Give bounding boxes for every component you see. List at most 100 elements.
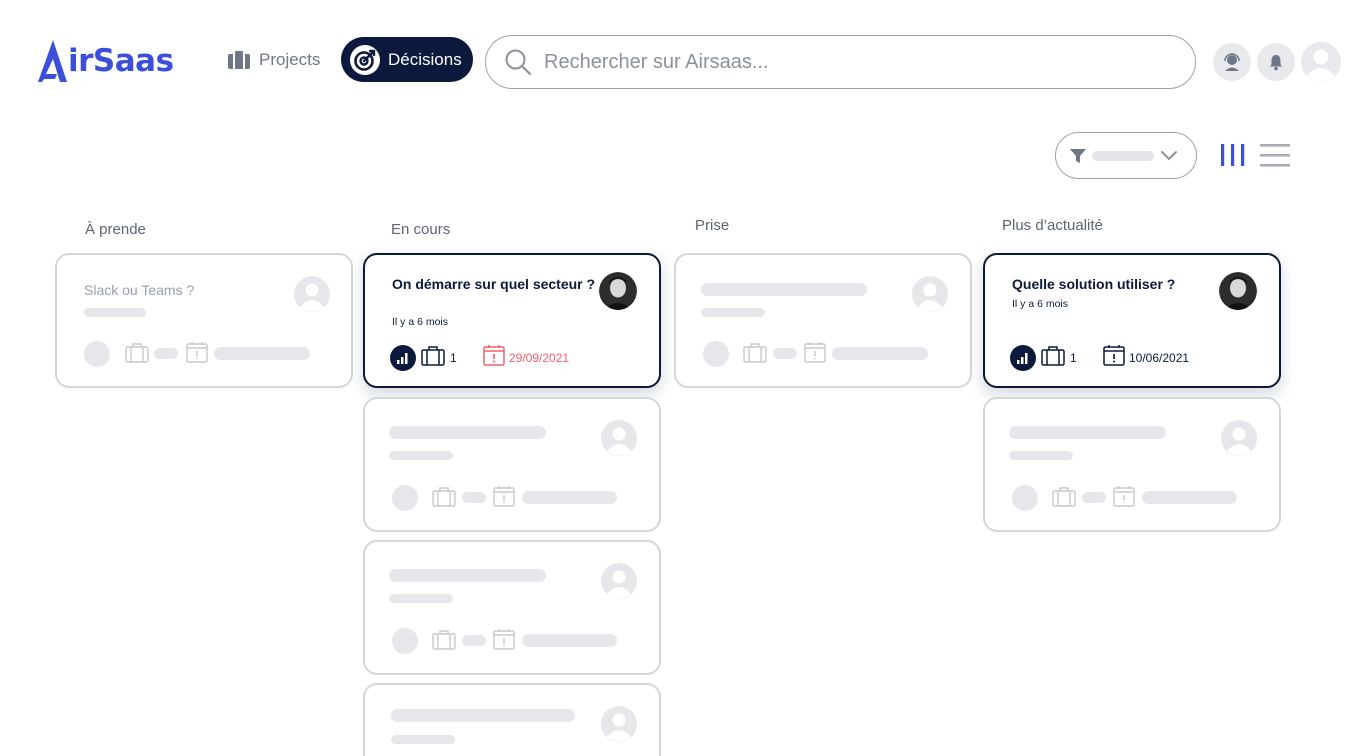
- notifications-button[interactable]: [1257, 43, 1295, 81]
- skeleton-line: [391, 709, 575, 722]
- skeleton-line: [84, 308, 146, 317]
- briefcase-outline-icon: [432, 487, 456, 507]
- signal-bars-icon: [397, 353, 408, 364]
- skeleton-line: [1142, 491, 1237, 504]
- decision-card-skeleton[interactable]: [363, 397, 661, 532]
- skeleton-line: [389, 569, 546, 582]
- avatar-placeholder-icon: [294, 276, 330, 312]
- decision-card-active[interactable]: On démarre sur quel secteur ? Il y a 6 m…: [363, 253, 661, 388]
- support-agent-icon: [1224, 53, 1240, 71]
- logo-a-icon: [38, 40, 67, 82]
- nav-decisions-label: Décisions: [388, 49, 462, 69]
- skeleton-pill: [462, 492, 486, 503]
- card-title: On démarre sur quel secteur ?: [392, 276, 596, 292]
- column-title-en-cours: En cours: [391, 221, 451, 238]
- calendar-alert-icon: [483, 345, 505, 366]
- search-input[interactable]: [544, 50, 1144, 74]
- bell-icon: [1270, 55, 1282, 71]
- avatar-placeholder-icon: [601, 420, 637, 456]
- logo-text: irSaas: [68, 43, 174, 79]
- owner-photo-icon: [1219, 272, 1257, 310]
- owner-photo-icon: [599, 272, 637, 310]
- target-icon: [350, 44, 380, 75]
- nav-projects-label: Projects: [259, 50, 321, 69]
- skeleton-line: [522, 491, 617, 504]
- filter-dropdown[interactable]: [1055, 132, 1197, 179]
- priority-badge: [390, 345, 416, 371]
- due-date: 29/09/2021: [509, 351, 570, 365]
- column-title-a-prendre: À prende: [85, 221, 146, 238]
- search-bar[interactable]: [485, 35, 1196, 89]
- skeleton-line: [522, 634, 617, 647]
- calendar-alert-icon: [1103, 345, 1125, 366]
- skeleton-pill: [154, 348, 178, 359]
- skeleton-priority: [703, 341, 729, 367]
- decision-card-skeleton[interactable]: [363, 540, 661, 675]
- filter-value-placeholder: [1092, 150, 1154, 161]
- briefcase-icon: [228, 51, 250, 69]
- skeleton-line: [701, 283, 867, 296]
- projects-count: 1: [450, 351, 457, 365]
- briefcase-outline-icon: [1052, 487, 1076, 507]
- calendar-alert-icon: [493, 629, 515, 650]
- calendar-alert-icon: [186, 342, 208, 363]
- decision-card[interactable]: Slack ou Teams ?: [55, 253, 353, 388]
- projects-count: 1: [1070, 351, 1077, 365]
- avatar-placeholder-icon: [601, 706, 637, 742]
- skeleton-line: [391, 735, 455, 744]
- column-title-plus-actualite: Plus d’actualité: [1002, 217, 1103, 234]
- owner-avatar[interactable]: [1219, 272, 1257, 310]
- decision-card-skeleton[interactable]: [363, 683, 661, 756]
- list-icon: [1260, 144, 1290, 167]
- decision-card-skeleton[interactable]: [983, 397, 1281, 532]
- search-icon: [505, 49, 532, 76]
- skeleton-line: [1009, 426, 1166, 439]
- airsaas-logo[interactable]: irSaas: [38, 38, 174, 84]
- owner-avatar[interactable]: [599, 272, 637, 310]
- skeleton-pill: [1082, 492, 1106, 503]
- skeleton-line: [701, 308, 765, 317]
- user-avatar-icon: [1301, 42, 1341, 82]
- calendar-alert-icon: [804, 342, 826, 363]
- support-button[interactable]: [1213, 43, 1251, 81]
- card-timestamp: Il y a 6 mois: [392, 316, 449, 328]
- skeleton-line: [1009, 451, 1073, 460]
- priority-badge: [1010, 345, 1036, 371]
- signal-bars-icon: [1017, 353, 1028, 364]
- nav-projects-link[interactable]: Projects: [228, 44, 320, 76]
- avatar-placeholder-icon: [1221, 420, 1257, 456]
- card-timestamp: Il y a 6 mois: [1012, 298, 1069, 310]
- column-title-prise: Prise: [695, 217, 730, 234]
- skeleton-line: [389, 451, 453, 460]
- nav-decisions-tab[interactable]: Décisions: [341, 37, 473, 82]
- skeleton-line: [389, 594, 453, 603]
- avatar-placeholder-icon: [912, 276, 948, 312]
- user-avatar[interactable]: [1301, 42, 1341, 82]
- calendar-alert-icon: [1113, 486, 1135, 507]
- columns-icon: [1221, 144, 1245, 166]
- skeleton-pill: [773, 348, 797, 359]
- skeleton-priority: [392, 485, 418, 511]
- skeleton-priority: [1012, 485, 1038, 511]
- kanban-view-button[interactable]: [1219, 143, 1247, 172]
- decision-card-skeleton[interactable]: [674, 253, 972, 388]
- due-date: 10/06/2021: [1129, 351, 1190, 365]
- skeleton-priority: [392, 628, 418, 654]
- briefcase-outline-icon: [125, 343, 149, 363]
- calendar-alert-icon: [493, 486, 515, 507]
- filter-icon: [1070, 148, 1086, 163]
- avatar-placeholder-icon: [601, 563, 637, 599]
- skeleton-priority: [84, 341, 110, 367]
- skeleton-line: [389, 426, 546, 439]
- decision-card-active[interactable]: Quelle solution utiliser ? Il y a 6 mois…: [983, 253, 1281, 388]
- briefcase-outline-icon: [1041, 346, 1065, 366]
- skeleton-line: [832, 347, 928, 360]
- skeleton-pill: [462, 635, 486, 646]
- briefcase-outline-icon: [743, 343, 767, 363]
- briefcase-outline-icon: [421, 346, 445, 366]
- list-view-button[interactable]: [1260, 143, 1290, 172]
- skeleton-line: [214, 347, 310, 360]
- card-title: Slack ou Teams ?: [84, 282, 195, 298]
- card-title: Quelle solution utiliser ?: [1012, 276, 1176, 292]
- briefcase-outline-icon: [432, 630, 456, 650]
